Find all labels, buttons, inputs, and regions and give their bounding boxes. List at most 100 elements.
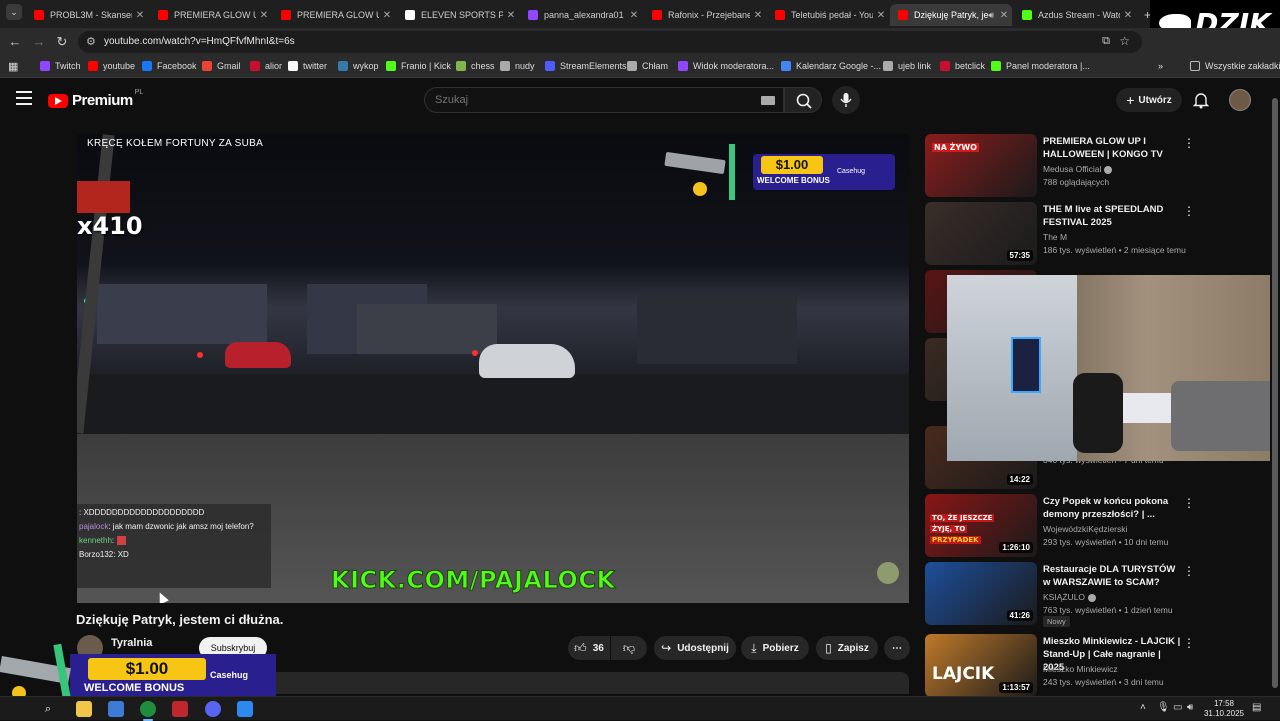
browser-tab[interactable]: PROBL3M - Skansen ✕ <box>26 4 148 26</box>
app-icon[interactable] <box>108 701 124 717</box>
video-player[interactable]: KRĘCĘ KOŁEM FORTUNY ZA SUBA x410 $1.00 W… <box>77 134 909 603</box>
recommended-title[interactable]: PREMIERA GLOW UP I HALLOWEEN | KONGO TV <box>1043 135 1181 161</box>
apps-grid-icon[interactable]: ▦ <box>8 60 18 73</box>
browser-tab[interactable]: Rafonix - Przejebane ✕ <box>644 4 766 26</box>
tab-close-icon[interactable]: ✕ <box>503 10 519 21</box>
more-options-icon[interactable]: ⋮ <box>1183 564 1195 578</box>
more-options-icon[interactable]: ⋮ <box>1183 496 1195 510</box>
bookmark-item[interactable]: youtube <box>88 61 135 71</box>
tab-search-button[interactable]: ⌄ <box>6 4 22 20</box>
address-bar[interactable]: ⚙ youtube.com/watch?v=HmQFfvfMhnI&t=6s ⧉… <box>78 31 1142 53</box>
keyboard-icon[interactable] <box>761 96 775 105</box>
volume-icon[interactable]: 🔊︎ <box>1187 702 1193 713</box>
discord-icon[interactable] <box>205 701 221 717</box>
bookmark-star-icon[interactable]: ☆ <box>1119 34 1130 48</box>
page-scrollbar[interactable] <box>1270 80 1280 696</box>
recommended-title[interactable]: Czy Popek w końcu pokona demony przeszło… <box>1043 495 1181 521</box>
recommended-channel[interactable]: WojewódzkiKędzierski <box>1043 524 1127 534</box>
recommended-channel[interactable]: Mieszko Minkiewicz <box>1043 664 1118 674</box>
file-explorer-icon[interactable] <box>76 701 92 717</box>
forward-button[interactable]: → <box>30 33 48 51</box>
account-avatar[interactable] <box>1229 89 1251 111</box>
bookmark-item[interactable]: Panel moderatora |... <box>991 61 1090 71</box>
bookmark-item[interactable]: Chłam <box>627 61 668 71</box>
recommended-title[interactable]: Restauracje DLA TURYSTÓW w WARSZAWIE to … <box>1043 563 1181 589</box>
bookmark-item[interactable]: alior <box>250 61 282 71</box>
bookmark-item[interactable]: Kalendarz Google -... <box>781 61 881 71</box>
search-icon[interactable]: ⌕ <box>40 701 56 717</box>
browser-tab[interactable]: ELEVEN SPORTS PL w✕ <box>397 4 519 26</box>
download-button[interactable]: ⤓ Pobierz <box>741 636 809 660</box>
tab-favicon-icon <box>34 10 44 20</box>
more-options-icon[interactable]: ⋮ <box>1183 636 1195 650</box>
browser-tab[interactable]: Azdus Stream - Wato ✕ <box>1014 4 1136 26</box>
mic-tray-icon[interactable]: 🎙︎ <box>1157 702 1170 713</box>
scrollbar-thumb[interactable] <box>1272 98 1278 688</box>
browser-tab[interactable]: Teletubiś pedał - You ✕ <box>767 4 889 26</box>
more-options-icon[interactable]: ⋮ <box>1183 204 1195 218</box>
bookmark-item[interactable]: Franio | Kick <box>386 61 451 71</box>
like-button[interactable]: 👍︎ 36 <box>568 636 610 660</box>
tab-audio-icon[interactable]: 🔊︎ <box>988 10 994 21</box>
site-info-icon[interactable]: ⚙ <box>86 35 96 48</box>
bookmark-item[interactable]: ujeb link <box>883 61 931 71</box>
stream-title: KRĘCĘ KOŁEM FORTUNY ZA SUBA <box>87 138 264 149</box>
all-bookmarks-link[interactable]: Wszystkie zakładki <box>1190 61 1280 71</box>
browser-tab[interactable]: PREMIERA GLOW UP✕ <box>273 4 395 26</box>
taskbar-clock[interactable]: 17:58 31.10.2025 <box>1200 699 1248 719</box>
recommended-video[interactable]: 1:26:10 Czy Popek w końcu pokona demony p… <box>925 494 1245 558</box>
tab-close-icon[interactable]: ✕ <box>873 10 889 21</box>
recommended-title[interactable]: THE M live at SPEEDLAND FESTIVAL 2025 <box>1043 203 1181 229</box>
dislike-button[interactable]: 👎︎ <box>611 636 647 660</box>
video-thumbnail[interactable]: 41:26 <box>925 562 1037 625</box>
tab-close-icon[interactable]: ✕ <box>1120 10 1136 21</box>
new-tab-plus-icon[interactable]: + <box>1136 4 1150 26</box>
browser-tab[interactable]: Dziękuję Patryk, je 🔊︎ ✕ <box>890 4 1012 26</box>
app-icon[interactable] <box>172 701 188 717</box>
back-button[interactable]: ← <box>6 33 24 51</box>
recommended-video[interactable]: 41:26 Restauracje DLA TURYSTÓW w WARSZAWI… <box>925 562 1245 627</box>
reload-button[interactable]: ↻ <box>53 33 71 51</box>
recommended-channel[interactable]: KSIĄŻULO <box>1043 592 1097 602</box>
tab-close-icon[interactable]: ✕ <box>750 10 766 21</box>
tab-close-icon[interactable]: ✕ <box>996 10 1012 21</box>
video-thumbnail[interactable]: 57:35 <box>925 202 1037 265</box>
browser-tab[interactable]: panna_alexandra01 - ✕ <box>520 4 642 26</box>
bookmark-item[interactable]: chess <box>456 61 495 71</box>
browser-tab[interactable]: PREMIERA GLOW UP✕ <box>150 4 272 26</box>
bookmark-item[interactable]: betclick <box>940 61 985 71</box>
bookmark-item[interactable]: Gmail <box>202 61 241 71</box>
bookmark-item[interactable]: wykop <box>338 61 379 71</box>
tab-close-icon[interactable]: ✕ <box>132 10 148 21</box>
more-actions-button[interactable]: ⋯ <box>884 636 910 660</box>
install-app-icon[interactable]: ⧉ <box>1102 35 1110 48</box>
bookmarks-overflow-chevron-icon[interactable]: » <box>1158 61 1163 71</box>
notifications-icon[interactable]: ▤ <box>1252 702 1261 713</box>
search-button[interactable] <box>784 87 822 113</box>
tab-close-icon[interactable]: ✕ <box>379 10 395 21</box>
bookmark-item[interactable]: twitter <box>288 61 327 71</box>
voice-search-button[interactable] <box>832 86 860 114</box>
search-input[interactable] <box>425 88 745 112</box>
tray-chevron-icon[interactable]: ˄ <box>1140 702 1146 713</box>
notifications-bell-icon[interactable] <box>1192 91 1210 109</box>
chrome-icon[interactable] <box>140 701 156 717</box>
bookmark-item[interactable]: Facebook <box>142 61 197 71</box>
recommended-video[interactable]: 57:35 THE M live at SPEEDLAND FESTIVAL 20… <box>925 202 1245 266</box>
menu-hamburger-icon[interactable] <box>16 91 32 105</box>
network-icon[interactable]: ▭ <box>1173 702 1182 713</box>
app-icon[interactable] <box>237 701 253 717</box>
create-button[interactable]: + Utwórz <box>1116 88 1182 112</box>
recommended-channel[interactable]: Medusa Official <box>1043 164 1113 174</box>
bookmark-item[interactable]: Widok moderatora... <box>678 61 774 71</box>
bookmark-item[interactable]: StreamElements <box>545 61 627 71</box>
bookmark-item[interactable]: Twitch <box>40 61 81 71</box>
recommended-channel[interactable]: The M <box>1043 232 1067 242</box>
bookmark-item[interactable]: nudy <box>500 61 535 71</box>
tab-close-icon[interactable]: ✕ <box>256 10 272 21</box>
share-button[interactable]: ↪ Udostępnij <box>654 636 736 660</box>
youtube-premium-logo[interactable]: Premium PL <box>48 89 143 109</box>
tab-close-icon[interactable]: ✕ <box>626 10 642 21</box>
more-options-icon[interactable]: ⋮ <box>1183 136 1195 150</box>
save-button[interactable]: ▯ Zapisz <box>816 636 878 660</box>
